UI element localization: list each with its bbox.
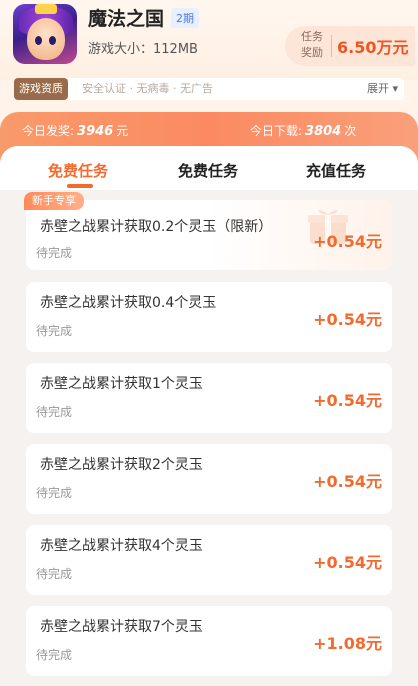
game-title: 魔法之国 [88,8,165,30]
task-reward: +0.54元 [313,472,382,491]
qualification-text: 安全认证 · 无病毒 · 无广告 [82,82,213,95]
task-card[interactable]: 赤壁之战累计获取0.4个灵玉 待完成 +0.54元 [26,282,392,352]
game-size: 游戏大小：112MB [88,42,198,57]
task-title: 赤壁之战累计获取1个灵玉 [40,376,203,392]
task-reward: +0.54元 [313,232,382,251]
newbie-tag: 新手专享 [24,192,84,210]
task-card[interactable]: 赤壁之战累计获取2个灵玉 待完成 +0.54元 [26,444,392,514]
task-reward-label: 任务奖励 [301,30,323,59]
task-status: 待完成 [36,486,73,500]
tab-free-tasks[interactable]: 免费任务 [48,160,108,181]
game-icon-eye [49,36,56,45]
today-payout-value: 3946 [77,124,114,139]
task-title: 赤壁之战累计获取4个灵玉 [40,538,203,554]
today-payout: 今日发奖: 3946 元 [22,122,128,139]
task-status: 待完成 [36,246,73,260]
active-tab-indicator [67,184,93,188]
today-downloads: 今日下载: 3804 次 [250,122,356,139]
task-card[interactable]: 新手专享 赤壁之战累计获取0.2个灵玉（限新） 待完成 +0.54元 [24,192,392,270]
task-title: 赤壁之战累计获取0.2个灵玉（限新） [40,219,273,235]
tab-recharge-tasks[interactable]: 充值任务 [306,160,366,181]
issue-badge: 2期 [171,8,199,28]
task-status: 待完成 [36,648,73,662]
tab-free-tasks-2[interactable]: 免费任务 [178,160,238,181]
task-status: 待完成 [36,405,73,419]
task-title: 赤壁之战累计获取7个灵玉 [40,619,203,635]
task-reward-amount: 6.50万元 [337,38,409,57]
game-icon-eye [35,36,42,45]
task-status: 待完成 [36,324,73,338]
task-title: 赤壁之战累计获取2个灵玉 [40,457,203,473]
game-icon[interactable] [13,4,77,64]
task-reward-box: 任务奖励 6.50万元 [285,26,415,66]
expand-button[interactable]: 展开 ▾ [367,78,398,100]
qualification-bar: 游戏资质 安全认证 · 无病毒 · 无广告 展开 ▾ [14,78,404,100]
game-icon-crown [35,4,57,14]
today-payout-unit: 元 [116,124,129,138]
task-reward: +0.54元 [313,553,382,572]
task-tabs: 免费任务 免费任务 充值任务 [0,146,418,190]
today-download-unit: 次 [344,124,357,138]
today-download-label: 今日下载: [250,124,303,138]
task-reward: +0.54元 [313,310,382,329]
game-icon-face [27,18,65,60]
task-card[interactable]: 赤壁之战累计获取1个灵玉 待完成 +0.54元 [26,363,392,433]
task-status: 待完成 [36,567,73,581]
task-card[interactable]: 赤壁之战累计获取7个灵玉 待完成 +1.08元 [26,606,392,676]
task-reward: +0.54元 [313,391,382,410]
game-header: 魔法之国 2期 游戏大小：112MB 任务奖励 6.50万元 [0,0,418,80]
task-content: 免费任务 免费任务 充值任务 新手专享 赤壁之战累计获取0.2个灵玉（限新） 待… [0,146,418,686]
today-payout-label: 今日发奖: [22,124,75,138]
qualification-tag: 游戏资质 [14,78,68,100]
today-download-value: 3804 [305,124,342,139]
reward-divider [331,35,332,57]
task-card[interactable]: 赤壁之战累计获取4个灵玉 待完成 +0.54元 [26,525,392,595]
task-reward: +1.08元 [313,634,382,653]
task-title: 赤壁之战累计获取0.4个灵玉 [40,295,217,311]
